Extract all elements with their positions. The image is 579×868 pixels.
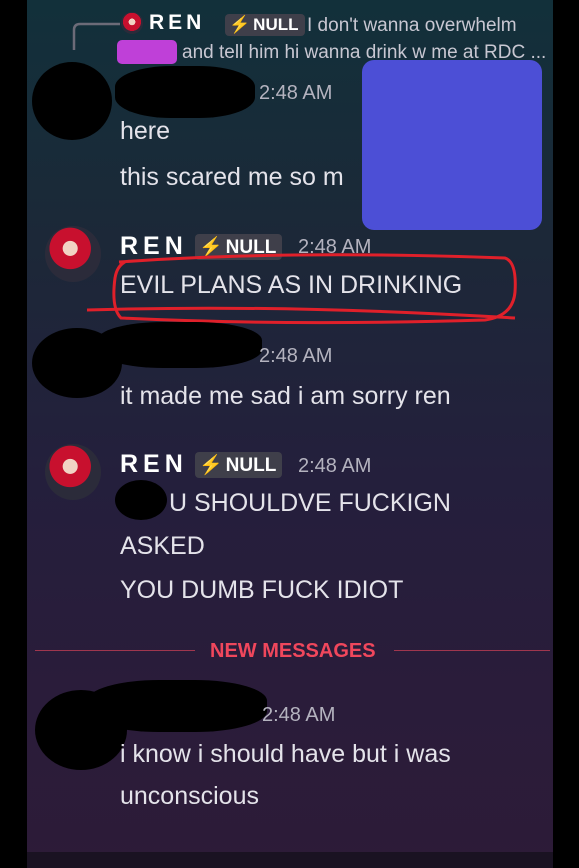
reply-role-tag: ⚡ NULL <box>225 14 305 36</box>
message-timestamp: 2:48 AM <box>262 704 336 726</box>
message-text[interactable]: here <box>120 117 170 146</box>
bottom-bar <box>27 852 553 868</box>
avatar-redacted <box>32 62 112 140</box>
role-tag: ⚡ NULL <box>195 452 283 478</box>
message-timestamp: 2:48 AM <box>298 455 372 477</box>
message-author[interactable]: REN <box>120 450 188 479</box>
red-circle-annotation <box>86 253 517 325</box>
reply-author[interactable]: REN <box>149 11 205 35</box>
author-redacted <box>115 66 255 118</box>
message-text[interactable]: YOU DUMB FUCK IDIOT <box>120 576 403 605</box>
author-redacted <box>87 680 267 732</box>
bolt-icon: ⚡ <box>229 15 251 34</box>
bolt-icon: ⚡ <box>199 455 223 476</box>
reply-avatar-icon <box>121 12 143 34</box>
new-messages-divider-line <box>394 650 550 651</box>
mention-redacted <box>115 480 167 520</box>
reply-snippet-line1[interactable]: I don't wanna overwhelm <box>307 15 517 37</box>
ren-avatar[interactable] <box>45 444 101 500</box>
censor-purple <box>117 40 177 64</box>
message-text[interactable]: ASKED <box>120 532 205 561</box>
message-text[interactable]: unconscious <box>120 782 259 811</box>
message-timestamp: 2:48 AM <box>259 345 333 367</box>
message-timestamp: 2:48 AM <box>259 82 333 104</box>
censor-blue <box>362 60 542 230</box>
reply-connector <box>72 22 120 50</box>
message-text[interactable]: it made me sad i am sorry ren <box>120 382 451 411</box>
message-text[interactable]: this scared me so m <box>120 163 344 192</box>
message-text[interactable]: U SHOULDVE FUCKIGN <box>169 489 451 518</box>
new-messages-divider-line <box>35 650 195 651</box>
new-messages-divider-label: NEW MESSAGES <box>210 640 376 662</box>
message-text[interactable]: i know i should have but i was <box>120 740 451 769</box>
author-redacted <box>97 322 262 368</box>
chat-screen: REN ⚡ NULL I don't wanna overwhelm and te… <box>27 0 553 868</box>
